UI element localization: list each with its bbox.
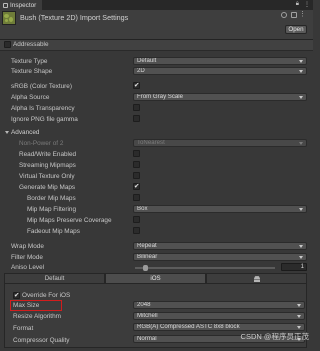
chevron-down-icon	[297, 326, 301, 329]
chevron-down-icon	[299, 142, 303, 145]
watermark: CSDN @程序员正茂	[240, 332, 309, 341]
max-size-label: Max Size	[13, 302, 40, 309]
filter-mode-label: Filter Mode	[11, 254, 43, 261]
non-power-of-2-label: Non-Power of 2	[19, 140, 64, 147]
border-mipmaps-checkbox[interactable]	[133, 194, 140, 201]
addressable-label: Addressable	[13, 41, 49, 48]
advanced-foldout[interactable]: Advanced	[5, 129, 39, 136]
srgb-label: sRGB (Color Texture)	[11, 83, 72, 90]
resize-algorithm-value: Mitchell	[137, 312, 158, 319]
wrap-mode-value: Repeat	[137, 242, 157, 249]
tab-default[interactable]: Default	[4, 273, 105, 284]
presets-icon[interactable]	[291, 12, 297, 18]
ignore-png-checkbox[interactable]	[133, 115, 140, 122]
mipmap-coverage-label: Mip Maps Preserve Coverage	[27, 217, 112, 224]
compressor-quality-value: Normal	[137, 335, 157, 342]
texture-shape-dropdown[interactable]: 2D	[133, 67, 307, 75]
alpha-transparency-checkbox[interactable]	[133, 104, 140, 111]
open-button[interactable]: Open	[285, 25, 307, 34]
streaming-mipmaps-label: Streaming Mipmaps	[19, 162, 76, 169]
alpha-source-label: Alpha Source	[11, 94, 50, 101]
compressor-quality-label: Compressor Quality	[13, 337, 70, 344]
addressable-checkbox[interactable]	[4, 41, 11, 48]
wrap-mode-label: Wrap Mode	[11, 243, 44, 250]
help-icon[interactable]	[281, 12, 287, 18]
platform-tabs: Default iOS	[4, 273, 307, 284]
android-icon	[253, 275, 260, 282]
virtual-texture-checkbox[interactable]	[133, 172, 140, 179]
chevron-down-icon	[299, 208, 303, 211]
lock-icon[interactable]: 🔒︎	[296, 1, 299, 8]
chevron-down-icon	[299, 256, 303, 259]
aniso-slider-track[interactable]	[135, 267, 275, 269]
tab-bar: Inspector 🔒︎ ⋮	[0, 0, 313, 10]
mipmap-filtering-value: Box	[137, 205, 148, 212]
max-size-dropdown[interactable]: 2048	[133, 301, 305, 309]
generate-mipmaps-checkbox[interactable]: ✔	[133, 183, 140, 190]
max-size-value: 2048	[137, 301, 151, 308]
aniso-level-field[interactable]: 1	[281, 263, 307, 271]
tab-android[interactable]	[206, 273, 307, 284]
filter-mode-value: Bilinear	[137, 253, 158, 260]
asset-title: Bush (Texture 2D) Import Settings	[20, 13, 129, 22]
filter-mode-dropdown[interactable]: Bilinear	[133, 253, 307, 261]
wrap-mode-dropdown[interactable]: Repeat	[133, 242, 307, 250]
chevron-down-icon	[299, 70, 303, 73]
texture-type-dropdown[interactable]: Default	[133, 57, 307, 65]
alpha-source-value: From Gray Scale	[137, 93, 184, 100]
streaming-mipmaps-checkbox[interactable]	[133, 161, 140, 168]
resize-algorithm-label: Resize Algorithm	[13, 313, 61, 320]
override-label: Override For iOS	[22, 292, 71, 299]
override-checkbox[interactable]: ✔	[13, 292, 20, 299]
read-write-checkbox[interactable]	[133, 150, 140, 157]
tab-ios[interactable]: iOS	[105, 273, 206, 284]
mipmap-coverage-checkbox[interactable]	[133, 216, 140, 223]
read-write-label: Read/Write Enabled	[19, 151, 77, 158]
fadeout-mipmaps-checkbox[interactable]	[133, 227, 140, 234]
texture-thumbnail	[2, 11, 16, 25]
chevron-down-icon	[297, 304, 301, 307]
aniso-level-label: Aniso Level	[11, 264, 45, 271]
resize-algorithm-dropdown[interactable]: Mitchell	[133, 312, 305, 320]
aniso-slider-knob[interactable]	[143, 265, 148, 271]
mipmap-filtering-label: Mip Map Filtering	[27, 206, 77, 213]
chevron-down-icon	[299, 245, 303, 248]
format-label: Format	[13, 325, 34, 332]
texture-type-label: Texture Type	[11, 58, 48, 65]
non-power-of-2-value: ToNearest	[137, 139, 165, 146]
alpha-source-dropdown[interactable]: From Gray Scale	[133, 93, 307, 101]
foldout-arrow-icon	[5, 130, 9, 134]
virtual-texture-label: Virtual Texture Only	[19, 173, 75, 180]
texture-shape-label: Texture Shape	[11, 68, 53, 75]
non-power-of-2-dropdown: ToNearest	[133, 139, 307, 147]
srgb-checkbox[interactable]: ✔	[133, 82, 140, 89]
texture-type-value: Default	[137, 57, 157, 64]
ignore-png-label: Ignore PNG file gamma	[11, 116, 78, 123]
inspector-tab-icon	[3, 2, 8, 8]
advanced-label: Advanced	[11, 129, 40, 136]
alpha-transparency-label: Alpha Is Transparency	[11, 105, 75, 112]
generate-mipmaps-label: Generate Mip Maps	[19, 184, 76, 191]
inspector-tab[interactable]: Inspector	[0, 0, 42, 10]
tab-tools: 🔒︎ ⋮	[296, 1, 310, 8]
header-kebab-icon[interactable]: ⋮	[299, 10, 306, 18]
fadeout-mipmaps-label: Fadeout Mip Maps	[27, 228, 80, 235]
kebab-icon[interactable]: ⋮	[304, 1, 310, 8]
texture-shape-value: 2D	[137, 67, 145, 74]
chevron-down-icon	[297, 315, 301, 318]
inspector-tab-label: Inspector	[10, 1, 37, 9]
chevron-down-icon	[299, 96, 303, 99]
chevron-down-icon	[299, 60, 303, 63]
mipmap-filtering-dropdown[interactable]: Box	[133, 205, 307, 213]
border-mipmaps-label: Border Mip Maps	[27, 195, 76, 202]
format-value: RGB(A) Compressed ASTC 8x8 block	[137, 323, 240, 330]
format-dropdown[interactable]: RGB(A) Compressed ASTC 8x8 block	[133, 323, 305, 331]
